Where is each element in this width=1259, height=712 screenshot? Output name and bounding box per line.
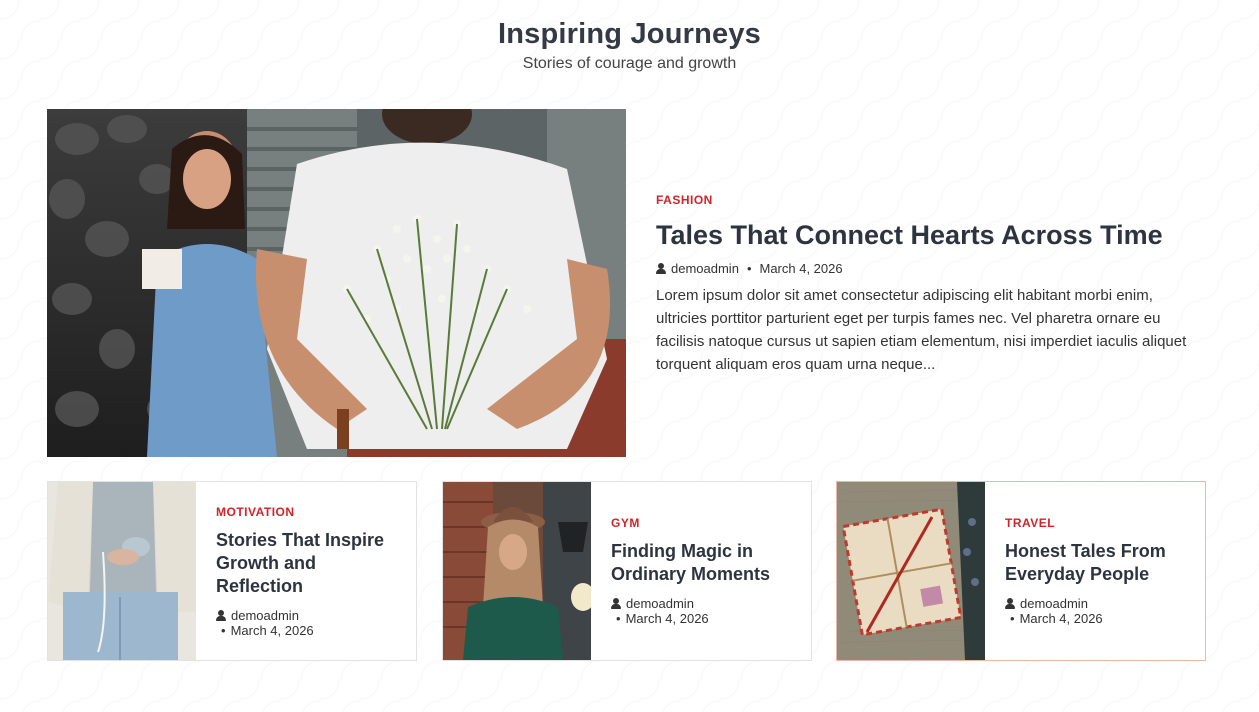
card-body: GYM Finding Magic in Ordinary Moments de… (591, 482, 811, 660)
post-card[interactable]: TRAVEL Honest Tales From Everyday People… (836, 481, 1206, 661)
featured-author[interactable]: demoadmin (671, 261, 739, 276)
user-icon (611, 598, 621, 609)
user-icon (656, 263, 666, 275)
card-category[interactable]: GYM (611, 516, 791, 530)
meta-separator: • (746, 261, 752, 277)
section-title: Inspiring Journeys (497, 18, 762, 50)
meta-separator: • (221, 622, 226, 638)
section-subtitle: Stories of courage and growth (522, 55, 737, 72)
card-author[interactable]: demoadmin (626, 596, 694, 611)
featured-meta: demoadmin • March 4, 2026 (656, 261, 1206, 276)
section-header: Inspiring Journeys Stories of courage an… (0, 18, 1259, 73)
card-author[interactable]: demoadmin (1020, 596, 1088, 611)
card-meta: demoadmin • March 4, 2026 (1005, 596, 1185, 626)
user-icon (216, 609, 226, 621)
card-category[interactable]: MOTIVATION (216, 505, 396, 519)
card-body: TRAVEL Honest Tales From Everyday People… (985, 482, 1205, 660)
post-card[interactable]: MOTIVATION Stories That Inspire Growth a… (47, 481, 417, 661)
featured-category[interactable]: FASHION (656, 193, 1206, 207)
card-author[interactable]: demoadmin (231, 608, 299, 623)
card-body: MOTIVATION Stories That Inspire Growth a… (196, 482, 416, 660)
card-meta: demoadmin • March 4, 2026 (216, 608, 396, 638)
featured-date[interactable]: March 4, 2026 (760, 261, 843, 276)
card-title[interactable]: Honest Tales From Everyday People (1005, 540, 1185, 586)
featured-image[interactable] (47, 109, 626, 457)
meta-separator: • (616, 611, 621, 626)
card-date[interactable]: March 4, 2026 (626, 611, 709, 626)
post-card[interactable]: GYM Finding Magic in Ordinary Moments de… (442, 481, 812, 661)
card-date[interactable]: March 4, 2026 (231, 623, 314, 638)
featured-excerpt: Lorem ipsum dolor sit amet consectetur a… (656, 287, 1187, 374)
meta-separator: • (1010, 611, 1015, 626)
card-date[interactable]: March 4, 2026 (1020, 611, 1103, 626)
card-title[interactable]: Finding Magic in Ordinary Moments (611, 540, 791, 586)
card-image[interactable] (443, 482, 591, 660)
card-image[interactable] (837, 482, 985, 660)
card-title[interactable]: Stories That Inspire Growth and Reflecti… (216, 529, 396, 598)
card-meta: demoadmin • March 4, 2026 (611, 596, 791, 626)
card-image[interactable] (48, 482, 196, 660)
featured-title[interactable]: Tales That Connect Hearts Across Time (656, 219, 1206, 251)
card-category[interactable]: TRAVEL (1005, 516, 1185, 530)
featured-post: FASHION Tales That Connect Hearts Across… (656, 193, 1206, 376)
user-icon (1005, 598, 1015, 609)
